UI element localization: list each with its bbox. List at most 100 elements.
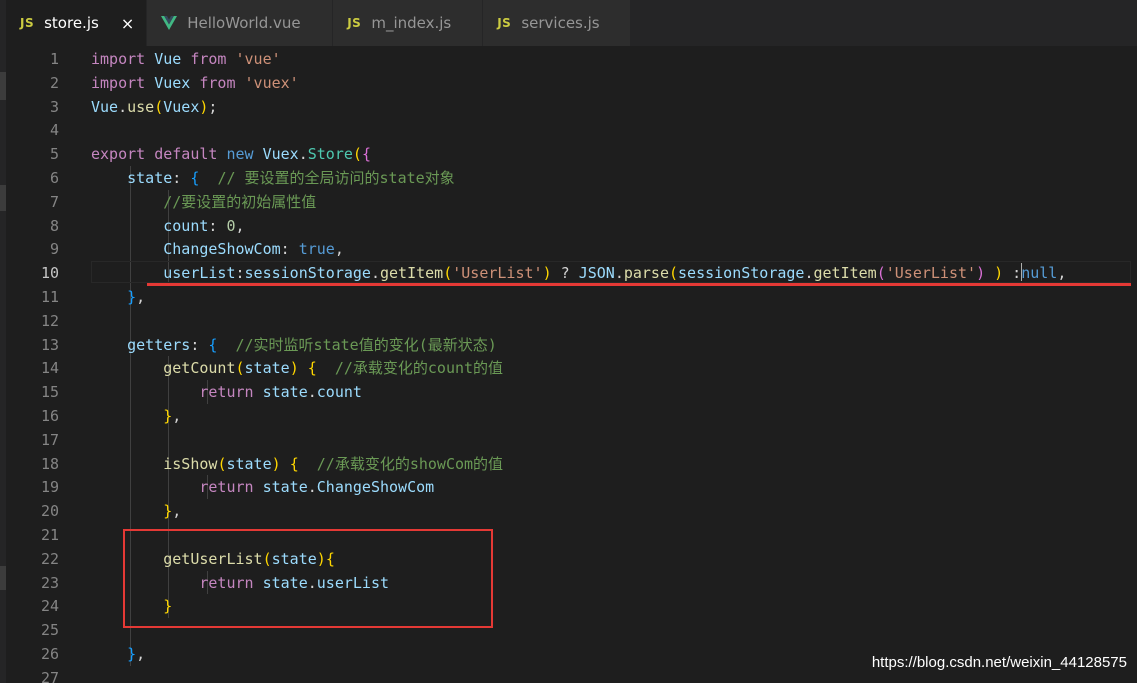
code-token: { [289,454,299,473]
code-text: getCount(state) { //承载变化的count的值 [91,356,503,380]
line-number: 27 [40,668,59,683]
tab-helloworld-vue[interactable]: HelloWorld.vue [147,0,334,46]
code-line[interactable]: 3 Vue.use(Vuex); [6,95,1137,119]
code-token: . [614,264,624,283]
code-token: 'UserList' [452,264,543,283]
code-token: true [298,240,335,259]
code-line[interactable]: 5 export default new Vuex.Store({ [6,142,1137,166]
code-line[interactable]: 10 userList:sessionStorage.getItem('User… [6,261,1137,285]
code-line[interactable]: 4 [6,118,1137,142]
tab-label: services.js [521,14,600,32]
code-token: 'UserList' [885,264,977,283]
code-line[interactable]: 16 }, [6,404,1137,428]
line-number: 19 [40,478,59,497]
line-number: 14 [40,359,59,378]
line-number: 25 [40,621,59,640]
code-token: 'vue' [235,50,281,68]
code-line[interactable]: 11 }, [6,285,1137,309]
line-number: 6 [49,169,59,187]
code-token: //要设置的初始属性值 [163,192,317,211]
line-number: 16 [40,407,59,425]
code-token: { [307,359,317,378]
code-token: ( [876,264,886,283]
line-number: 3 [49,97,59,116]
code-token: sessionStorage [678,264,805,283]
code-line[interactable]: 19 return state.ChangeShowCom [6,475,1137,499]
code-token: //承载变化的count的值 [334,359,504,378]
code-token: } [163,407,173,425]
code-token: JSON [578,264,615,283]
code-line[interactable]: 14 getCount(state) { //承载变化的count的值 [6,356,1137,380]
code-token: ) [289,359,299,378]
code-token: , [334,240,344,259]
code-token: //承载变化的showCom的值 [316,454,504,473]
red-underline-annotation [147,283,1131,286]
code-text: }, [91,499,181,523]
code-token: sessionStorage [244,264,371,283]
tab-label: store.js [44,14,99,32]
code-token: : [280,240,299,259]
tab-services-js[interactable]: JS services.js [483,0,632,46]
code-token: return [199,478,254,497]
code-line[interactable]: 7 //要设置的初始属性值 [6,190,1137,214]
code-token: use [127,97,155,116]
code-token: ChangeShowCom [316,478,435,497]
code-line[interactable]: 8 count: 0, [6,214,1137,238]
code-token: state [226,454,272,473]
code-token: import [91,50,146,68]
code-text: import Vuex from 'vuex' [91,71,299,95]
line-number: 15 [40,383,59,402]
code-token: Vue [154,50,182,68]
code-token: new [226,145,254,164]
code-token: : [208,216,227,235]
code-token: ) [994,264,1004,283]
code-text: export default new Vuex.Store({ [91,142,371,166]
code-line[interactable]: 2 import Vuex from 'vuex' [6,71,1137,95]
code-line[interactable]: 12 [6,309,1137,333]
code-text: Vue.use(Vuex); [91,95,217,119]
javascript-file-icon: JS [20,16,35,30]
line-number: 1 [49,50,59,68]
code-token: count [163,216,209,235]
line-number: 2 [49,73,59,92]
close-icon[interactable]: × [121,14,134,33]
code-token: , [172,502,182,521]
code-line[interactable]: 9 ChangeShowCom: true, [6,237,1137,261]
code-token: ( [669,264,679,283]
code-text: import Vue from 'vue' [91,47,281,71]
code-token: Store [307,145,353,164]
code-text: }, [91,285,145,309]
code-token: : [1003,264,1022,283]
javascript-file-icon: JS [347,16,362,30]
code-token: 'vuex' [244,73,299,92]
code-line[interactable]: 13 getters: { //实时监听state值的变化(最新状态) [6,333,1137,357]
line-number: 21 [40,526,59,544]
code-line[interactable]: 20 }, [6,499,1137,523]
tab-m-index-js[interactable]: JS m_index.js [333,0,484,46]
tab-store-js[interactable]: JS store.js × [6,0,148,46]
code-token: . [118,97,128,116]
code-line[interactable]: 1 import Vue from 'vue' [6,47,1137,71]
code-token: ) [976,264,986,283]
code-line[interactable]: 17 [6,428,1137,452]
code-line[interactable]: 18 isShow(state) { //承载变化的showCom的值 [6,452,1137,476]
code-line[interactable]: 15 return state.count [6,380,1137,404]
code-token: } [163,502,173,521]
code-token: , [1057,264,1067,283]
code-token: state [127,169,173,187]
line-number: 17 [40,430,59,449]
code-token: . [307,478,317,497]
editor-tab-bar: JS store.js × HelloWorld.vue JS m_index.… [6,0,1137,46]
line-number: 4 [49,121,59,140]
code-line[interactable]: 6 state: { // 要设置的全局访问的state对象 [6,166,1137,190]
